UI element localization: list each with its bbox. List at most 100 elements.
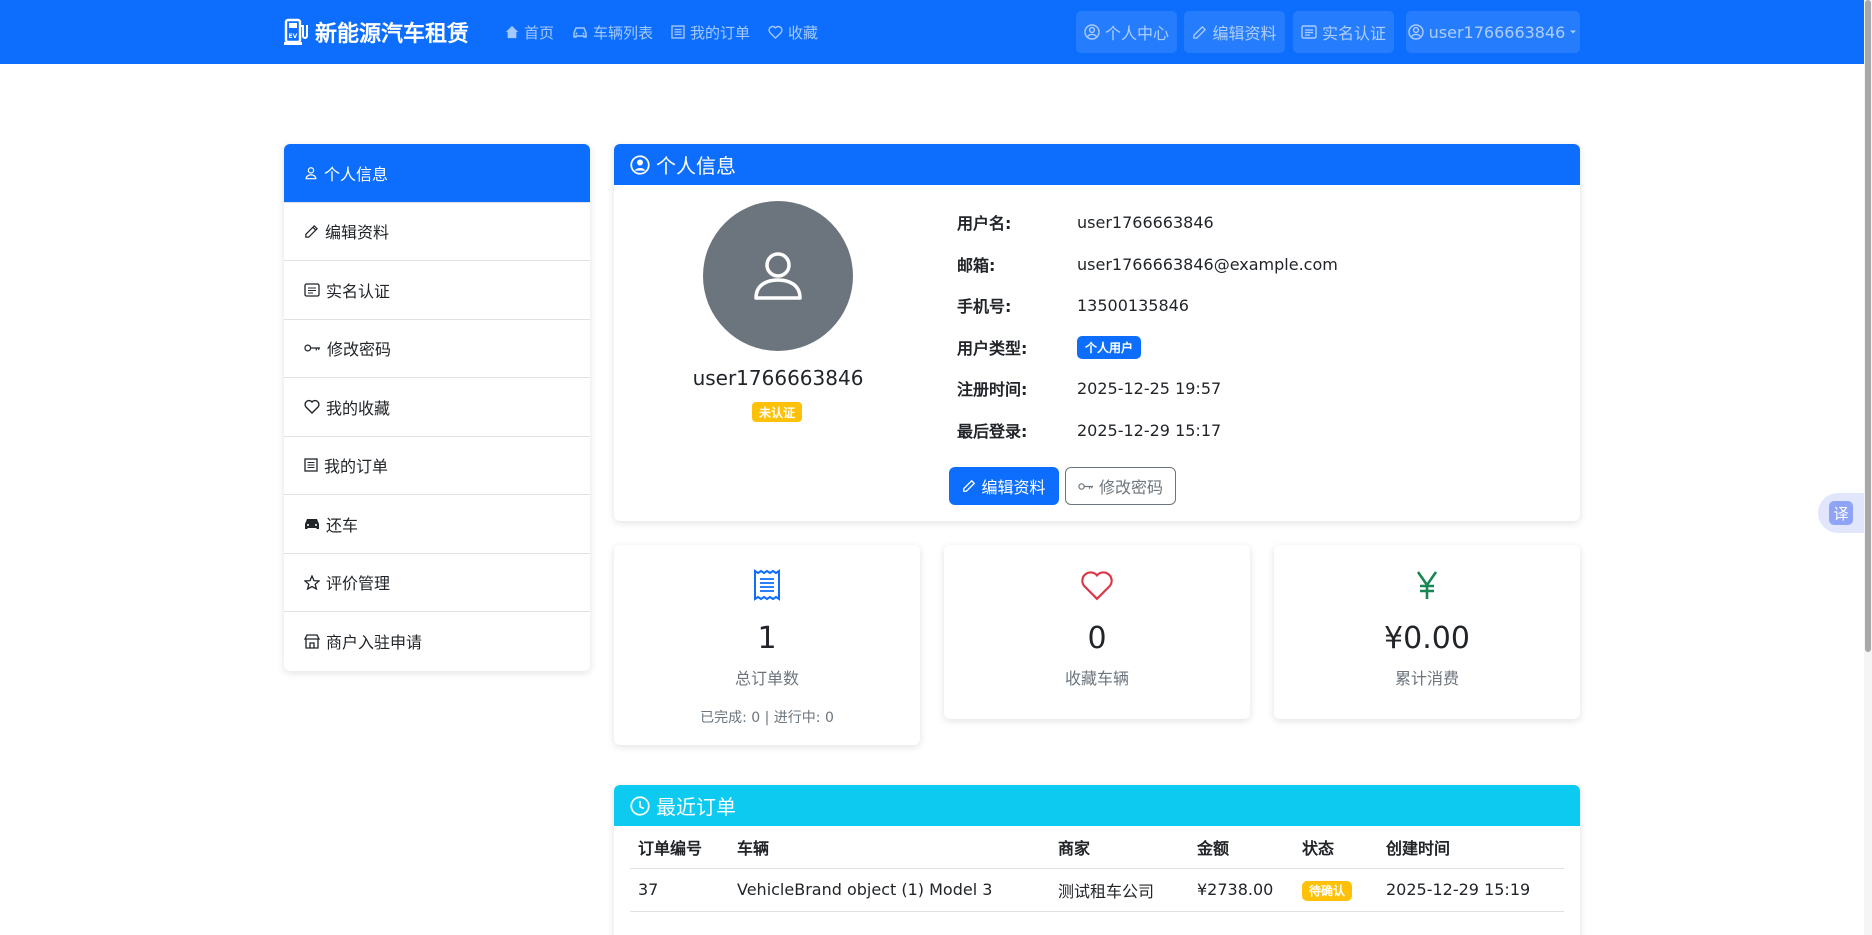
- sidebar-item-reviews[interactable]: 评价管理: [284, 554, 590, 612]
- card-icon: [304, 283, 320, 297]
- star-icon: [304, 574, 320, 590]
- stat-value: 1: [757, 621, 777, 656]
- nav-verify[interactable]: 实名认证: [1293, 11, 1394, 53]
- avatar: [703, 201, 853, 351]
- column-header: 商家: [1050, 826, 1189, 869]
- sidebar-item-profile[interactable]: 个人信息: [284, 144, 590, 203]
- recent-orders-card: 最近订单 订单编号 车辆 商家 金额 状态 创建时间 37 VehicleBra…: [614, 785, 1580, 935]
- column-header: 订单编号: [630, 826, 729, 869]
- column-header: 创建时间: [1378, 826, 1564, 869]
- change-password-button[interactable]: 修改密码: [1065, 467, 1176, 505]
- field-label: 手机号:: [957, 297, 1012, 316]
- stat-sub: 已完成: 0 | 进行中: 0: [700, 710, 834, 726]
- nav-user-center-label: 个人中心: [1104, 24, 1169, 43]
- sidebar-item-label: 评价管理: [326, 574, 391, 594]
- house-icon: [505, 25, 519, 39]
- avatar-username: user1766663846: [692, 366, 864, 390]
- user-dropdown[interactable]: user1766663846: [1406, 11, 1580, 53]
- field-label: 注册时间:: [957, 380, 1028, 399]
- stat-label: 总订单数: [734, 669, 799, 688]
- translate-button[interactable]: 译: [1818, 493, 1864, 533]
- person-icon: [305, 166, 317, 180]
- user-type-badge: 个人用户: [1077, 335, 1142, 359]
- table-header-row: 订单编号 车辆 商家 金额 状态 创建时间: [630, 826, 1564, 869]
- car-front-icon: [305, 518, 319, 529]
- nav-favorites[interactable]: 收藏: [768, 22, 818, 43]
- sidebar-item-label: 我的收藏: [326, 398, 391, 418]
- pencil-icon: [963, 479, 976, 492]
- scrollbar-thumb[interactable]: [1865, 0, 1871, 652]
- sidebar-item-merchant-apply[interactable]: 商户入驻申请: [284, 612, 590, 671]
- nav-home[interactable]: 首页: [505, 22, 554, 43]
- sidebar-item-favorites[interactable]: 我的收藏: [284, 378, 590, 437]
- field-email: 邮箱: user1766663846@example.com: [957, 252, 1338, 276]
- top-navbar: EV 新能源汽车租赁 首页 车辆列表 我的订单 收藏 个人中心 编辑资料 实名认…: [0, 0, 1872, 64]
- sidebar-item-verify[interactable]: 实名认证: [284, 261, 590, 320]
- field-phone: 手机号: 13500135846: [957, 293, 1189, 317]
- nav-user-center[interactable]: 个人中心: [1076, 11, 1177, 53]
- receipt-icon: [754, 569, 780, 601]
- field-value: 2025-12-25 19:57: [1077, 378, 1222, 398]
- stat-value: ¥0.00: [1384, 621, 1470, 656]
- amount-cell: ¥2738.00: [1189, 868, 1294, 912]
- field-value: user1766663846@example.com: [1077, 254, 1338, 274]
- table-row[interactable]: 37 VehicleBrand object (1) Model 3 测试租车公…: [630, 868, 1564, 912]
- person-circle-icon: [630, 154, 650, 175]
- field-label: 最后登录:: [957, 422, 1028, 441]
- pencil-icon: [1193, 25, 1207, 39]
- sidebar-item-label: 编辑资料: [325, 223, 390, 243]
- recent-orders-header: 最近订单: [614, 785, 1580, 826]
- user-dropdown-label: user1766663846: [1428, 22, 1566, 42]
- nav-edit-profile[interactable]: 编辑资料: [1184, 11, 1285, 53]
- nav-verify-label: 实名认证: [1321, 24, 1386, 43]
- svg-text:EV: EV: [289, 33, 298, 40]
- ev-station-icon: EV: [283, 17, 309, 47]
- key-icon: [304, 344, 321, 352]
- field-value: 13500135846: [1077, 295, 1189, 315]
- stat-card-spending: ¥0.00 累计消费: [1274, 545, 1580, 719]
- sidebar-item-password[interactable]: 修改密码: [284, 320, 590, 378]
- field-last-login: 最后登录: 2025-12-29 15:17: [957, 418, 1221, 442]
- sidebar-menu: 个人信息 编辑资料 实名认证 修改密码 我的收藏 我的订单 还车 评价管理 商户…: [284, 144, 590, 671]
- field-label: 用户类型:: [957, 339, 1028, 358]
- scrollbar[interactable]: [1864, 0, 1872, 935]
- stat-card-orders: 1 总订单数 已完成: 0 | 进行中: 0: [614, 545, 920, 745]
- list-icon: [671, 25, 685, 39]
- nav-favorites-label: 收藏: [788, 23, 819, 42]
- verify-status-badge: 未认证: [752, 402, 803, 422]
- nav-orders-label: 我的订单: [690, 23, 751, 42]
- orders-table: 订单编号 车辆 商家 金额 状态 创建时间 37 VehicleBrand ob…: [630, 826, 1564, 912]
- nav-vehicles[interactable]: 车辆列表: [572, 22, 653, 43]
- heart-icon: [768, 25, 783, 39]
- merchant-cell: 测试租车公司: [1050, 868, 1189, 912]
- brand-logo[interactable]: EV 新能源汽车租赁: [283, 16, 469, 48]
- field-user-type: 用户类型: 个人用户: [957, 335, 1142, 359]
- heart-icon: [1081, 571, 1113, 601]
- brand-name: 新能源汽车租赁: [315, 22, 470, 47]
- status-cell: 待确认: [1294, 868, 1378, 912]
- stat-label: 累计消费: [1394, 669, 1459, 688]
- sidebar-item-label: 个人信息: [324, 164, 389, 184]
- field-value: user1766663846: [1077, 212, 1214, 232]
- stat-value: 0: [1087, 621, 1107, 656]
- stat-card-favorites: 0 收藏车辆: [944, 545, 1250, 719]
- sidebar-item-orders[interactable]: 我的订单: [284, 437, 590, 495]
- sidebar-item-edit-profile[interactable]: 编辑资料: [284, 203, 590, 261]
- stat-label: 收藏车辆: [1064, 669, 1129, 688]
- car-icon: [573, 27, 587, 38]
- recent-orders-title: 最近订单: [656, 795, 736, 819]
- sidebar-item-label: 还车: [326, 515, 359, 535]
- nav-orders[interactable]: 我的订单: [671, 22, 750, 43]
- person-icon: [754, 252, 802, 300]
- pencil-icon: [305, 224, 318, 238]
- card-icon: [1301, 25, 1317, 39]
- profile-card: 个人信息 user1766663846 未认证 用户名: user1766663…: [614, 144, 1580, 521]
- caret-down-icon: [1570, 30, 1577, 34]
- sidebar-item-return-car[interactable]: 还车: [284, 495, 590, 554]
- field-label: 用户名:: [957, 214, 1012, 233]
- sidebar-item-label: 实名认证: [326, 281, 391, 301]
- field-username: 用户名: user1766663846: [957, 210, 1214, 234]
- edit-profile-button[interactable]: 编辑资料: [949, 467, 1059, 505]
- shop-icon: [304, 634, 320, 649]
- order-id-cell: 37: [630, 868, 729, 912]
